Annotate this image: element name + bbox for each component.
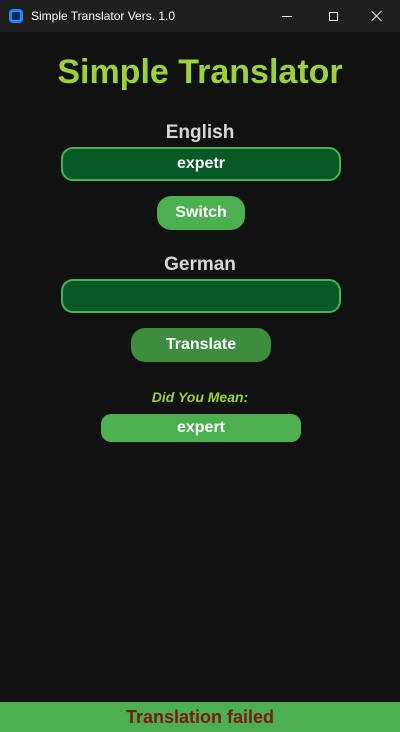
window-title: Simple Translator Vers. 1.0 <box>31 9 176 23</box>
title-bar[interactable]: Simple Translator Vers. 1.0 <box>0 0 400 32</box>
maximize-icon <box>328 11 338 21</box>
minimize-icon <box>282 15 292 17</box>
maximize-button[interactable] <box>310 0 356 32</box>
did-you-mean-label: Did You Mean: <box>151 389 249 405</box>
target-text-output[interactable] <box>61 279 341 313</box>
translate-button[interactable]: Translate <box>131 328 271 362</box>
suggestion-button[interactable]: expert <box>101 414 301 442</box>
minimize-button[interactable] <box>264 0 310 32</box>
app-window: Simple Translator Vers. 1.0 Simple Trans… <box>0 0 400 732</box>
close-icon <box>371 10 383 22</box>
source-text-input[interactable] <box>61 147 341 181</box>
app-icon <box>9 9 23 23</box>
status-message: Translation failed <box>125 707 275 727</box>
app-heading: Simple Translator <box>57 53 343 91</box>
status-bar: Translation failed <box>0 702 400 732</box>
close-button[interactable] <box>354 0 400 32</box>
target-language-label: German <box>164 254 236 275</box>
switch-languages-button[interactable]: Switch <box>157 196 245 230</box>
source-language-label: English <box>165 122 235 143</box>
